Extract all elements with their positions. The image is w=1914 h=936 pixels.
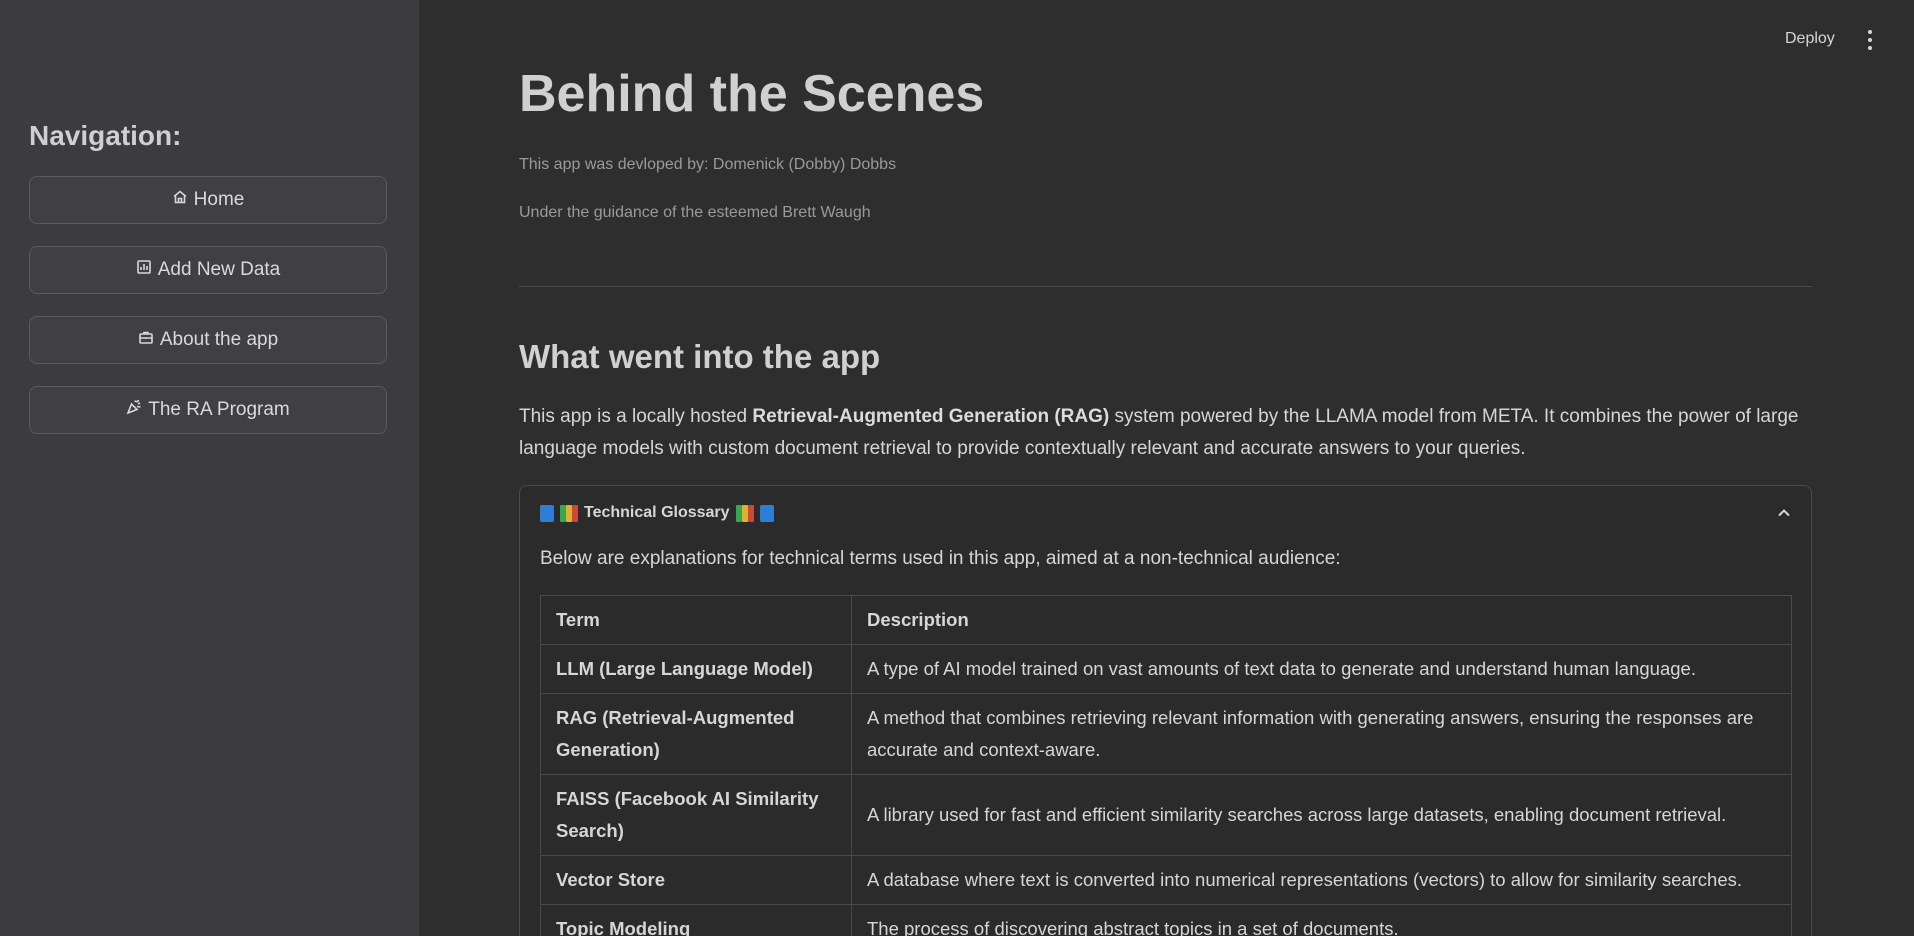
party-icon [126, 399, 142, 421]
nav-button-label: About the app [159, 329, 279, 350]
table-row: LLM (Large Language Model) A type of AI … [540, 644, 1792, 694]
term-cell: FAISS (Facebook AI Similarity Search) [540, 774, 852, 856]
description-cell: The process of discovering abstract topi… [851, 904, 1792, 936]
divider [519, 286, 1812, 287]
home-icon [172, 189, 188, 211]
sidebar: Navigation: Home Add New Data About the … [0, 0, 419, 936]
blue-book-icon [540, 504, 554, 522]
section-title: What went into the app [519, 338, 881, 375]
deploy-button[interactable]: Deploy [1785, 30, 1835, 48]
nav-heading: Navigation: [29, 120, 182, 151]
table-row: Topic Modeling The process of discoverin… [540, 904, 1792, 936]
table-row: FAISS (Facebook AI Similarity Search) A … [540, 774, 1792, 856]
author-line: This app was devloped by: Domenick (Dobb… [519, 156, 897, 173]
kebab-menu-icon[interactable] [1864, 30, 1876, 50]
description-cell: A database where text is converted into … [851, 855, 1792, 905]
nav-button-about[interactable]: About the app [29, 316, 387, 364]
nav-button-home[interactable]: Home [29, 176, 387, 224]
description-cell: A type of AI model trained on vast amoun… [851, 644, 1792, 694]
nav-button-label: Home [193, 189, 245, 210]
briefcase-icon [138, 329, 154, 351]
guidance-line: Under the guidance of the esteemed Brett… [519, 204, 871, 221]
blue-book-icon [759, 504, 774, 522]
glossary-expander: Technical Glossary Below are explanation… [519, 485, 1812, 936]
term-cell: RAG (Retrieval-Augmented Generation) [540, 693, 852, 775]
table-header-row: Term Description [540, 595, 1792, 645]
books-icon [735, 504, 754, 522]
intro-text-bold: Retrieval-Augmented Generation (RAG) [752, 406, 1110, 427]
nav-button-ra-program[interactable]: The RA Program [29, 386, 387, 434]
intro-paragraph: This app is a locally hosted Retrieval-A… [519, 401, 1812, 465]
app-root: Navigation: Home Add New Data About the … [0, 0, 1914, 936]
chevron-up-icon[interactable] [1777, 506, 1791, 520]
glossary-description: Below are explanations for technical ter… [540, 548, 1341, 569]
intro-text-pre: This app is a locally hosted [519, 406, 753, 427]
glossary-title: Technical Glossary [584, 504, 730, 521]
term-cell: Vector Store [540, 855, 852, 905]
description-cell: A library used for fast and efficient si… [851, 774, 1792, 856]
page-title: Behind the Scenes [519, 65, 985, 123]
term-cell: LLM (Large Language Model) [540, 644, 852, 694]
books-icon [560, 504, 578, 522]
table-row: Vector Store A database where text is co… [540, 855, 1792, 905]
chart-icon [136, 259, 152, 281]
glossary-table: Term Description LLM (Large Language Mod… [540, 595, 1792, 936]
term-cell: Topic Modeling [540, 904, 852, 936]
column-header-term: Term [540, 595, 852, 645]
description-cell: A method that combines retrieving releva… [851, 693, 1792, 775]
nav-button-label: The RA Program [148, 399, 290, 420]
nav-button-add-new-data[interactable]: Add New Data [29, 246, 387, 294]
nav-button-label: Add New Data [157, 259, 281, 280]
table-row: RAG (Retrieval-Augmented Generation) A m… [540, 693, 1792, 775]
column-header-description: Description [851, 595, 1792, 645]
glossary-expander-header[interactable]: Technical Glossary [540, 504, 774, 522]
